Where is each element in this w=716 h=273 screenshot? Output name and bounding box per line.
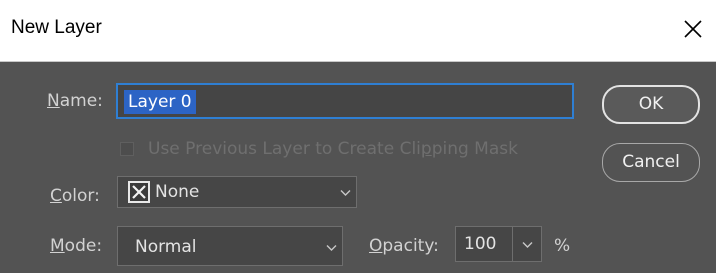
opacity-label-rest: pacity:: [382, 236, 439, 256]
x-mark-icon: [128, 181, 150, 203]
color-label-mnemonic: C: [50, 186, 62, 206]
close-button[interactable]: [670, 0, 716, 61]
color-select-value: None: [155, 182, 200, 202]
opacity-dropdown-button[interactable]: [512, 226, 542, 262]
clipping-mask-checkbox[interactable]: [120, 142, 134, 156]
clipping-mask-label-pre: Use Previous Layer to Create Cli: [148, 139, 421, 159]
opacity-input[interactable]: 100: [455, 226, 513, 262]
name-input[interactable]: Layer 0: [116, 83, 574, 119]
name-label-rest: ame:: [59, 91, 103, 111]
dialog-title: New Layer: [11, 17, 102, 38]
mode-label: Mode:: [50, 236, 102, 256]
name-label: Name:: [47, 91, 103, 111]
chevron-down-icon: [326, 245, 337, 251]
ok-button[interactable]: OK: [602, 85, 700, 124]
mode-label-mnemonic: M: [50, 236, 65, 256]
clipping-mask-label-post: ping Mask: [431, 139, 518, 159]
chevron-down-icon: [522, 242, 533, 248]
chevron-down-icon: [340, 190, 351, 196]
title-bar: New Layer: [0, 0, 716, 62]
opacity-unit: %: [554, 236, 571, 256]
color-select[interactable]: None: [117, 176, 357, 208]
clipping-mask-label-mnemonic: p: [420, 139, 432, 159]
mode-select-value: Normal: [135, 237, 197, 257]
name-input-value: Layer 0: [124, 90, 196, 114]
clipping-mask-label: Use Previous Layer to Create Clipping Ma…: [148, 139, 518, 159]
cancel-button[interactable]: Cancel: [602, 143, 700, 182]
new-layer-dialog: New Layer Name: Layer 0 OK Cancel Use Pr…: [0, 0, 716, 273]
opacity-input-value: 100: [464, 234, 497, 254]
name-label-mnemonic: N: [47, 91, 60, 111]
mode-select[interactable]: Normal: [117, 226, 343, 266]
color-label: Color:: [50, 186, 100, 206]
opacity-label-mnemonic: O: [369, 236, 383, 256]
close-icon: [684, 20, 702, 38]
mode-label-rest: ode:: [64, 236, 103, 256]
opacity-label: Opacity:: [369, 236, 439, 256]
color-label-rest: olor:: [61, 186, 100, 206]
